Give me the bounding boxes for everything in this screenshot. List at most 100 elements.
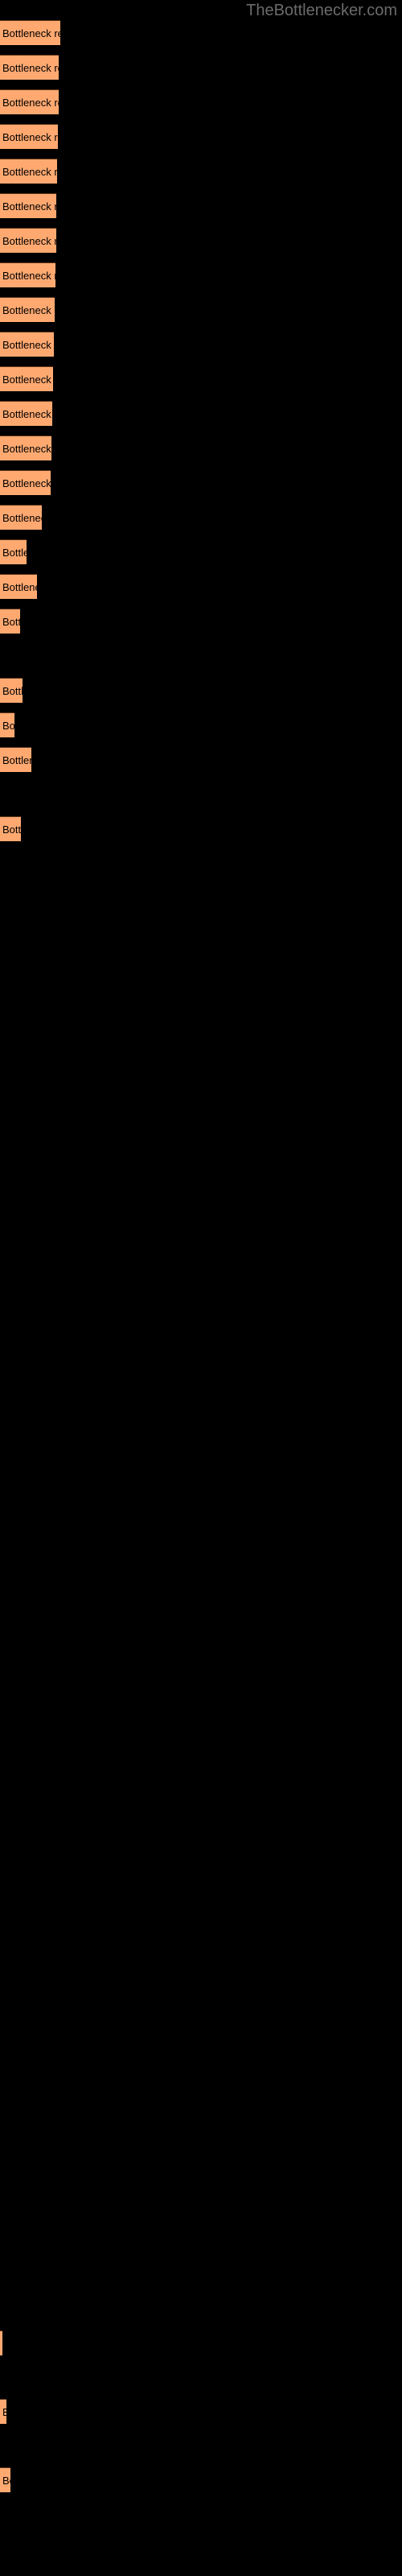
- bar-row: Bottleneck result: [0, 678, 23, 703]
- bar-clip: Bottleneck result: [0, 2330, 2, 2355]
- bar[interactable]: Bottleneck result: [0, 2399, 6, 2424]
- bar-row: Bottleneck result: [0, 747, 31, 772]
- bar[interactable]: Bottleneck result: [0, 124, 58, 149]
- bar-row: Bottleneck result: [0, 574, 37, 599]
- bar[interactable]: Bottleneck result: [0, 747, 31, 772]
- bar-row: Bottleneck result: [0, 55, 59, 80]
- bar-clip: Bottleneck result: [0, 228, 56, 253]
- bar[interactable]: Bottleneck result: [0, 401, 52, 426]
- bar-row: Bottleneck result: [0, 401, 52, 426]
- bar-row: Bottleneck result: [0, 2399, 6, 2424]
- bar-clip: Bottleneck result: [0, 89, 59, 114]
- bar-value-label: Bottleneck result: [2, 512, 42, 524]
- bar[interactable]: Bottleneck result: [0, 20, 60, 45]
- bar-row: Bottleneck result: [0, 712, 14, 737]
- bar-value-label: Bottleneck result: [2, 581, 37, 593]
- bar-clip: Bottleneck result: [0, 193, 56, 218]
- bar-value-label: Bottleneck result: [2, 616, 20, 628]
- bar-clip: Bottleneck result: [0, 747, 31, 772]
- bar[interactable]: Bottleneck result: [0, 2330, 2, 2355]
- bar-clip: Bottleneck result: [0, 436, 51, 460]
- bar-value-label: Bottleneck result: [2, 97, 59, 109]
- bar[interactable]: Bottleneck result: [0, 609, 20, 634]
- bar[interactable]: Bottleneck result: [0, 816, 21, 841]
- bar-clip: Bottleneck result: [0, 539, 27, 564]
- bar[interactable]: Bottleneck result: [0, 262, 55, 287]
- bar-clip: Bottleneck result: [0, 55, 59, 80]
- bar-value-label: Bottleneck result: [2, 824, 21, 836]
- bar-row: Bottleneck result: [0, 20, 60, 45]
- bar-value-label: Bottleneck result: [2, 720, 14, 732]
- bar-clip: Bottleneck result: [0, 678, 23, 703]
- bar-clip: Bottleneck result: [0, 2467, 10, 2492]
- bar-row: Bottleneck result: [0, 262, 55, 287]
- bar-value-label: Bottleneck result: [2, 408, 52, 420]
- bar[interactable]: Bottleneck result: [0, 2467, 10, 2492]
- bar-value-label: Bottleneck result: [2, 754, 31, 766]
- bar-row: Bottleneck result: [0, 366, 53, 391]
- bar[interactable]: Bottleneck result: [0, 159, 57, 184]
- bar[interactable]: Bottleneck result: [0, 436, 51, 460]
- bar-value-label: Bottleneck result: [2, 2475, 10, 2487]
- bar-row: Bottleneck result: [0, 159, 57, 184]
- bar-value-label: Bottleneck result: [2, 27, 60, 39]
- horizontal-bar-chart: Bottleneck result Bottleneck result Bottle…: [0, 0, 402, 2576]
- bar-clip: Bottleneck result: [0, 297, 55, 322]
- bar[interactable]: Bottleneck result: [0, 193, 56, 218]
- bar[interactable]: Bottleneck result: [0, 712, 14, 737]
- bar-value-label: Bottleneck result: [2, 443, 51, 455]
- bar-value-label: Bottleneck result: [2, 62, 59, 74]
- bar-row: Bottleneck result: [0, 332, 54, 357]
- bar[interactable]: Bottleneck result: [0, 366, 53, 391]
- bar-row: Bottleneck result: [0, 539, 27, 564]
- bar-clip: Bottleneck result: [0, 470, 51, 495]
- bar-value-label: Bottleneck result: [2, 166, 57, 178]
- bar[interactable]: Bottleneck result: [0, 539, 27, 564]
- bar-row: Bottleneck result: [0, 193, 56, 218]
- bar-clip: Bottleneck result: [0, 332, 54, 357]
- bar-clip: Bottleneck result: [0, 366, 53, 391]
- bar-clip: Bottleneck result: [0, 401, 52, 426]
- bar-clip: Bottleneck result: [0, 505, 42, 530]
- bar-clip: Bottleneck result: [0, 2399, 6, 2424]
- bar-value-label: Bottleneck result: [2, 131, 58, 143]
- bar-value-label: Bottleneck result: [2, 270, 55, 282]
- bar-clip: Bottleneck result: [0, 20, 60, 45]
- bar-row: Bottleneck result: [0, 297, 55, 322]
- bar-value-label: Bottleneck result: [2, 339, 54, 351]
- bar[interactable]: Bottleneck result: [0, 470, 51, 495]
- bar-clip: Bottleneck result: [0, 159, 57, 184]
- bar-row: Bottleneck result: [0, 89, 59, 114]
- bar[interactable]: Bottleneck result: [0, 89, 59, 114]
- bar-clip: Bottleneck result: [0, 124, 58, 149]
- bar-row: Bottleneck result: [0, 2330, 2, 2355]
- bar[interactable]: Bottleneck result: [0, 574, 37, 599]
- bar[interactable]: Bottleneck result: [0, 678, 23, 703]
- bar-value-label: Bottleneck result: [2, 477, 51, 489]
- bar-clip: Bottleneck result: [0, 816, 21, 841]
- bar-row: Bottleneck result: [0, 2467, 10, 2492]
- bar[interactable]: Bottleneck result: [0, 55, 59, 80]
- bar-row: Bottleneck result: [0, 816, 21, 841]
- bar-row: Bottleneck result: [0, 470, 51, 495]
- bar-clip: Bottleneck result: [0, 712, 14, 737]
- bar-value-label: Bottleneck result: [2, 2406, 6, 2418]
- bar-value-label: Bottleneck result: [2, 685, 23, 697]
- bar-clip: Bottleneck result: [0, 609, 20, 634]
- bar-value-label: Bottleneck result: [2, 547, 27, 559]
- bar-row: Bottleneck result: [0, 505, 42, 530]
- bar[interactable]: Bottleneck result: [0, 332, 54, 357]
- bar-value-label: Bottleneck result: [2, 235, 56, 247]
- bar-value-label: Bottleneck result: [2, 200, 56, 213]
- bar-row: Bottleneck result: [0, 124, 58, 149]
- bar[interactable]: Bottleneck result: [0, 505, 42, 530]
- bar-value-label: Bottleneck result: [2, 304, 55, 316]
- chart-page: TheBottlenecker.com Bottleneck resultBot…: [0, 0, 402, 2576]
- bar-clip: Bottleneck result: [0, 262, 55, 287]
- bar-row: Bottleneck result: [0, 436, 51, 460]
- bar[interactable]: Bottleneck result: [0, 297, 55, 322]
- bar-row: Bottleneck result: [0, 228, 56, 253]
- bar[interactable]: Bottleneck result: [0, 228, 56, 253]
- bar-clip: Bottleneck result: [0, 574, 37, 599]
- bar-row: Bottleneck result: [0, 609, 20, 634]
